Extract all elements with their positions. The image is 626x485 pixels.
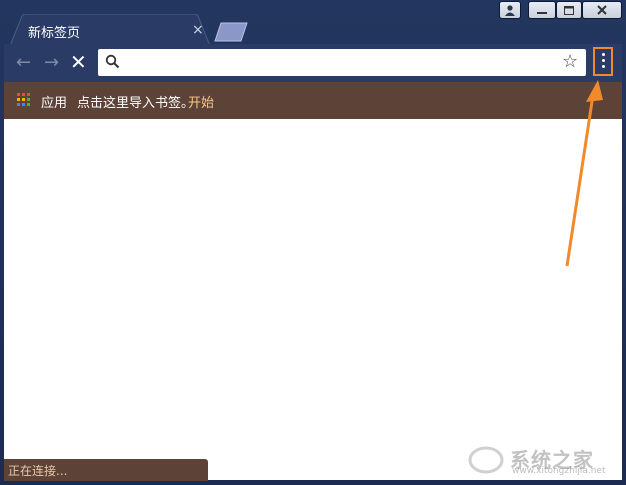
minimize-button[interactable] [528, 1, 556, 19]
apps-icon[interactable] [17, 93, 33, 109]
stop-icon[interactable]: ✕ [70, 50, 87, 74]
menu-button[interactable] [593, 47, 613, 76]
menu-icon [602, 53, 605, 71]
user-button[interactable] [499, 1, 521, 19]
close-icon [597, 5, 607, 15]
address-bar[interactable]: ☆ [98, 49, 586, 76]
toolbar: ← → ✕ ☆ [4, 44, 622, 82]
search-icon [105, 54, 120, 69]
bookmarks-bar: 应用 点击这里导入书签。 开始 [4, 82, 622, 119]
tab-title: 新标签页 [28, 26, 81, 41]
apps-link[interactable]: 应用 [41, 92, 67, 111]
star-icon[interactable]: ☆ [562, 51, 578, 72]
maximize-icon [564, 5, 574, 15]
status-text: 正在连接... [8, 464, 68, 478]
window-close-button[interactable] [582, 1, 622, 19]
import-bookmarks-text: 点击这里导入书签。 [77, 96, 195, 111]
maximize-button[interactable] [556, 1, 582, 19]
start-import-link[interactable]: 开始 [188, 92, 214, 111]
tab-new-tab[interactable]: 新标签页 × [10, 14, 210, 46]
status-bubble: 正在连接... [4, 459, 208, 481]
back-icon[interactable]: ← [16, 52, 31, 73]
new-tab-button[interactable] [213, 22, 249, 42]
minimize-icon [537, 12, 547, 14]
page-content [4, 119, 622, 480]
watermark-url: www.xitongzhijia.net [512, 466, 606, 476]
browser-window: 新标签页 × ← → ✕ ☆ 应用 点击这里导入书签。 开始 正在连接... 系… [0, 0, 626, 485]
user-icon [505, 4, 515, 16]
tab-close-icon[interactable]: × [192, 22, 204, 38]
forward-icon[interactable]: → [44, 52, 59, 73]
